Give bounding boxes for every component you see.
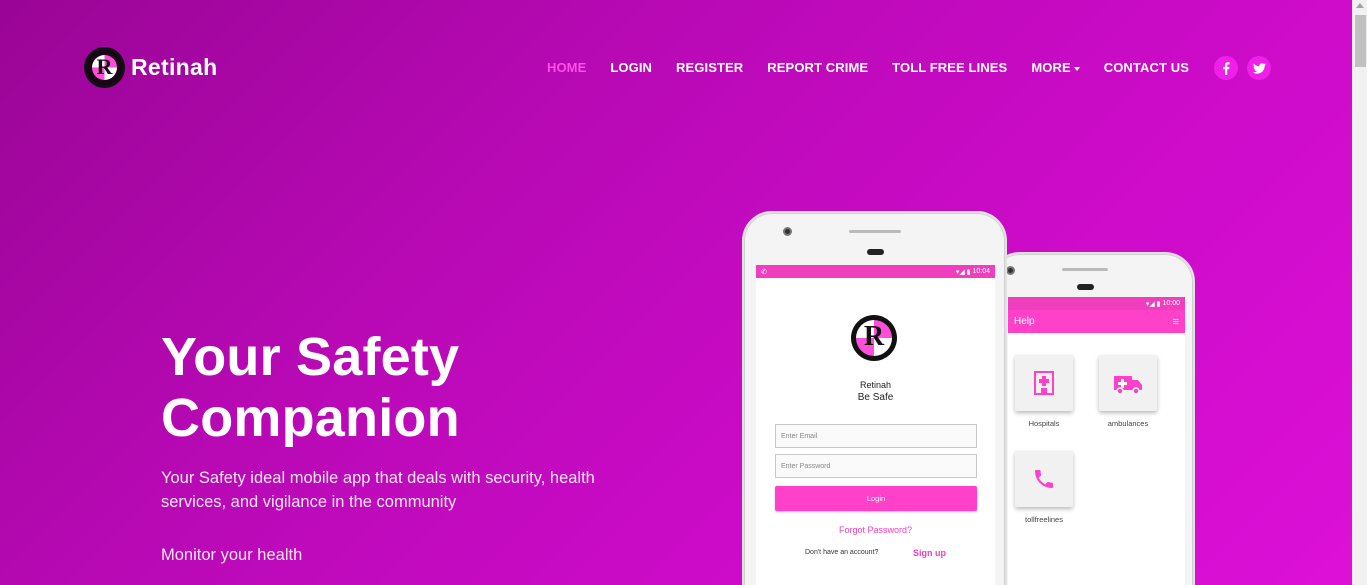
nav-more-dropdown[interactable]: MORE bbox=[1031, 60, 1080, 75]
password-field[interactable]: Enter Password bbox=[775, 454, 977, 478]
scroll-up-icon[interactable] bbox=[1356, 3, 1364, 8]
tile-label: Hospitals bbox=[1028, 419, 1060, 428]
social-links bbox=[1214, 56, 1280, 80]
call-icon: ✆ bbox=[761, 268, 767, 276]
status-bar: ▾◢ ▮ 10:00 bbox=[1008, 297, 1185, 310]
app-logo-icon: R bbox=[851, 315, 897, 361]
nav-toll-free-lines[interactable]: TOLL FREE LINES bbox=[892, 60, 1007, 75]
phone-mockup-help: ▾◢ ▮ 10:00 Help ≡ Hospitals ambulances t… bbox=[990, 252, 1195, 585]
hero-title-line-2: Companion bbox=[161, 388, 460, 448]
hero-feature: Monitor your health bbox=[161, 546, 303, 564]
retinah-logo-icon: R bbox=[84, 47, 125, 88]
facebook-icon[interactable] bbox=[1214, 56, 1238, 80]
no-account-text: Don't have an account? bbox=[805, 549, 879, 556]
phone-icon bbox=[1035, 470, 1053, 488]
brand[interactable]: R Retinah bbox=[84, 47, 217, 88]
wifi-battery-icon: ▾◢ ▮ bbox=[955, 268, 973, 276]
speaker-grille bbox=[1062, 268, 1108, 271]
wifi-battery-icon: ▾◢ ▮ bbox=[1145, 300, 1163, 308]
login-button[interactable]: Login bbox=[775, 486, 977, 511]
sensor bbox=[1077, 284, 1094, 290]
signup-link[interactable]: Sign up bbox=[913, 548, 946, 558]
sensor bbox=[867, 249, 884, 255]
forgot-password-link[interactable]: Forgot Password? bbox=[756, 525, 995, 535]
hero-description: Your Safety ideal mobile app that deals … bbox=[161, 469, 595, 511]
brand-name: Retinah bbox=[131, 54, 218, 80]
help-screen: ▾◢ ▮ 10:00 Help ≡ Hospitals ambulances t… bbox=[1008, 297, 1185, 585]
email-field[interactable]: Enter Email bbox=[775, 424, 977, 448]
scrollbar-thumb[interactable] bbox=[1355, 15, 1366, 67]
ambulance-icon bbox=[1114, 376, 1142, 395]
nav-more-label: MORE bbox=[1031, 60, 1071, 75]
speaker-grille bbox=[849, 230, 901, 233]
tollfreelines-tile[interactable] bbox=[1015, 451, 1073, 507]
nav-contact-us[interactable]: CONTACT US bbox=[1104, 60, 1189, 75]
caret-down-icon bbox=[1073, 66, 1080, 71]
phone-mockup-login: ✆ ▾◢ ▮ 10:04 R Retinah Be Safe Enter Ema… bbox=[742, 211, 1007, 585]
ambulances-tile[interactable] bbox=[1099, 355, 1157, 411]
status-bar: ✆ ▾◢ ▮ 10:04 bbox=[756, 265, 995, 278]
nav-report-crime[interactable]: REPORT CRIME bbox=[767, 60, 868, 75]
appbar-title: Help bbox=[1014, 316, 1035, 327]
main-nav: HOME LOGIN REGISTER REPORT CRIME TOLL FR… bbox=[523, 60, 1189, 75]
status-time: 10:00 bbox=[1162, 300, 1180, 307]
hero-title-line-1: Your Safety bbox=[161, 327, 460, 387]
nav-home[interactable]: HOME bbox=[547, 60, 586, 75]
nav-login[interactable]: LOGIN bbox=[610, 60, 652, 75]
tile-label: ambulances bbox=[1107, 419, 1149, 428]
hospitals-tile[interactable] bbox=[1015, 355, 1073, 411]
status-time: 10:04 bbox=[972, 268, 990, 275]
camera-icon bbox=[783, 227, 792, 236]
login-screen: ✆ ▾◢ ▮ 10:04 R Retinah Be Safe Enter Ema… bbox=[756, 265, 995, 585]
twitter-icon[interactable] bbox=[1247, 56, 1271, 80]
app-name: Retinah bbox=[859, 380, 892, 390]
hero-title: Your Safety Companion bbox=[161, 327, 641, 449]
help-appbar: Help ≡ bbox=[1008, 310, 1185, 333]
tile-label: tollfreelines bbox=[1025, 515, 1063, 524]
nav-register[interactable]: REGISTER bbox=[676, 60, 743, 75]
camera-icon bbox=[1006, 266, 1015, 275]
hospital-icon bbox=[1034, 371, 1054, 395]
hamburger-menu-icon[interactable]: ≡ bbox=[1173, 316, 1179, 328]
page-scrollbar[interactable] bbox=[1352, 0, 1367, 585]
app-tagline: Be Safe bbox=[857, 392, 894, 403]
